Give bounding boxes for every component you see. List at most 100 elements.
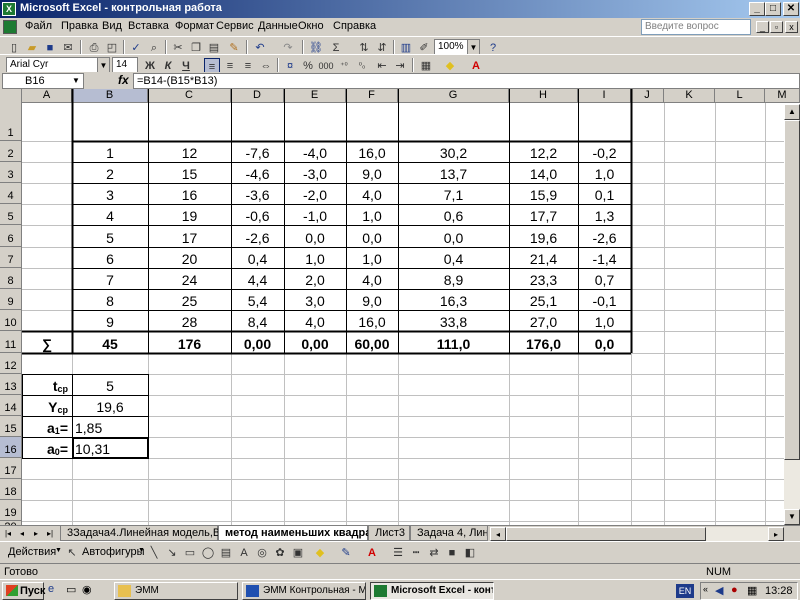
table-cell[interactable]: 17 xyxy=(148,225,231,247)
total-cell[interactable]: 176 xyxy=(148,331,231,353)
table-cell[interactable]: 9,0 xyxy=(346,289,398,310)
chevron-down-icon[interactable]: ▼ xyxy=(72,76,80,85)
arrow-style-icon[interactable]: ⇄ xyxy=(426,545,442,561)
sheet-tab-4[interactable]: Задача 4, Лин xyxy=(410,526,488,541)
table-cell[interactable]: 2,0 xyxy=(284,268,346,289)
value-a0[interactable]: 10,31 xyxy=(72,437,148,458)
first-sheet-icon[interactable]: |◂ xyxy=(2,527,14,540)
table-cell[interactable]: 0,6 xyxy=(398,204,509,225)
table-cell[interactable]: 27,0 xyxy=(509,310,578,331)
dash-style-icon[interactable]: ┅ xyxy=(408,545,424,561)
table-cell[interactable]: 4,0 xyxy=(346,183,398,204)
wordart-icon[interactable]: A xyxy=(236,545,252,561)
volume-icon[interactable]: ◀ xyxy=(715,584,723,597)
table-cell[interactable]: 2 xyxy=(72,162,148,183)
sheet-tab-active[interactable]: метод наименьших квадратов xyxy=(218,526,390,541)
table-cell[interactable]: 33,8 xyxy=(398,310,509,331)
table-cell[interactable]: -1,4 xyxy=(578,247,631,268)
table-cell[interactable]: -2,6 xyxy=(231,225,284,247)
table-cell[interactable]: 20 xyxy=(148,247,231,268)
table-cell[interactable]: 15 xyxy=(148,162,231,183)
value-y-avg[interactable]: 19,6 xyxy=(72,395,148,416)
table-cell[interactable]: 4 xyxy=(72,204,148,225)
prev-sheet-icon[interactable]: ◂ xyxy=(16,527,28,540)
total-cell[interactable]: 0,0 xyxy=(578,331,631,353)
font-color-icon[interactable]: A xyxy=(364,545,380,561)
last-sheet-icon[interactable]: ▸| xyxy=(44,527,56,540)
table-cell[interactable]: 9 xyxy=(72,310,148,331)
table-cell[interactable]: 16,3 xyxy=(398,289,509,310)
table-cell[interactable]: 15,9 xyxy=(509,183,578,204)
table-cell[interactable]: -0,6 xyxy=(231,204,284,225)
select-objects-icon[interactable]: ↖ xyxy=(64,545,80,561)
table-cell[interactable]: 25 xyxy=(148,289,231,310)
table-cell[interactable]: -0,1 xyxy=(578,289,631,310)
line-style-icon[interactable]: ☰ xyxy=(390,545,406,561)
sum-symbol-cell[interactable]: ∑ xyxy=(22,331,72,353)
menu-insert[interactable]: Вставка xyxy=(128,20,169,32)
label-a1[interactable]: a1 = xyxy=(22,416,72,437)
header-cross-product[interactable]: (Yt - Yср)·(t - tср) xyxy=(398,89,509,141)
table-cell[interactable]: 23,3 xyxy=(509,268,578,289)
table-cell[interactable]: 3,0 xyxy=(284,289,346,310)
media-icon[interactable]: ◉ xyxy=(82,583,92,596)
actions-menu[interactable]: Действия xyxy=(8,546,56,558)
label-t-avg[interactable]: t ср xyxy=(22,374,72,395)
table-cell[interactable]: 17,7 xyxy=(509,204,578,225)
antivirus-icon[interactable]: ● xyxy=(731,584,738,596)
diagram-icon[interactable]: ◎ xyxy=(254,545,270,561)
table-cell[interactable]: 1,0 xyxy=(578,310,631,331)
table-cell[interactable]: -3,6 xyxy=(231,183,284,204)
autoshapes-menu[interactable]: Автофигуры xyxy=(82,546,145,558)
menu-edit[interactable]: Правка xyxy=(61,20,98,32)
table-cell[interactable]: 8,4 xyxy=(231,310,284,331)
table-cell[interactable]: 1,0 xyxy=(346,204,398,225)
total-cell[interactable]: 45 xyxy=(72,331,148,353)
table-cell[interactable]: 4,0 xyxy=(284,310,346,331)
worksheet-grid[interactable]: ABCDEFGHIJKLM 1 2 3 4 5 6 7 8 9 10 11 12 13 14 15 16 17 1… xyxy=(0,89,800,525)
table-cell[interactable]: 0,4 xyxy=(398,247,509,268)
network-icon[interactable]: ▦ xyxy=(747,584,757,597)
scroll-up-icon[interactable]: ▲ xyxy=(784,104,800,120)
show-desktop-icon[interactable]: ▭ xyxy=(66,583,76,596)
start-button[interactable]: Пуск xyxy=(2,582,45,600)
table-cell[interactable]: 3 xyxy=(72,183,148,204)
line-icon[interactable]: ╲ xyxy=(146,545,162,561)
table-cell[interactable]: 0,4 xyxy=(231,247,284,268)
header-deviation-t-squared[interactable]: (t - tср)2 xyxy=(346,89,398,141)
close-button[interactable]: ✕ xyxy=(783,2,799,16)
doc-minimize-button[interactable]: _ xyxy=(756,21,769,33)
table-cell[interactable]: 0,0 xyxy=(284,225,346,247)
maximize-button[interactable]: □ xyxy=(765,2,781,16)
table-cell[interactable]: 12 xyxy=(148,141,231,162)
oval-icon[interactable]: ◯ xyxy=(200,545,216,561)
line-color-icon[interactable]: ✎ xyxy=(338,545,354,561)
total-cell[interactable]: 0,00 xyxy=(231,331,284,353)
header-residual[interactable]: Yt - Ŷt xyxy=(578,89,631,141)
table-cell[interactable]: 0,0 xyxy=(398,225,509,247)
header-week[interactable]: Неделя, t xyxy=(72,89,148,141)
menu-tools[interactable]: Сервис xyxy=(216,20,254,32)
fill-color-icon[interactable]: ◆ xyxy=(312,545,328,561)
table-cell[interactable]: 16 xyxy=(148,183,231,204)
menu-view[interactable]: Вид xyxy=(102,20,122,32)
3d-icon[interactable]: ◧ xyxy=(462,545,478,561)
table-cell[interactable]: 0,0 xyxy=(346,225,398,247)
table-cell[interactable]: 7 xyxy=(72,268,148,289)
next-sheet-icon[interactable]: ▸ xyxy=(30,527,42,540)
textbox-icon[interactable]: ▤ xyxy=(218,545,234,561)
doc-close-button[interactable]: x xyxy=(785,21,798,33)
table-cell[interactable]: 4,0 xyxy=(346,268,398,289)
table-cell[interactable]: -2,0 xyxy=(284,183,346,204)
table-cell[interactable]: 14,0 xyxy=(509,162,578,183)
header-forecast[interactable]: Ŷt xyxy=(509,89,578,141)
rectangle-icon[interactable]: ▭ xyxy=(182,545,198,561)
doc-restore-button[interactable]: ▫ xyxy=(770,21,783,33)
table-cell[interactable]: 8 xyxy=(72,289,148,310)
table-cell[interactable]: 7,1 xyxy=(398,183,509,204)
table-cell[interactable]: 4,4 xyxy=(231,268,284,289)
table-cell[interactable]: 9,0 xyxy=(346,162,398,183)
vertical-scrollbar[interactable]: ▲ ▼ xyxy=(784,104,800,525)
sheet-tab-3[interactable]: Лист3 xyxy=(368,526,410,541)
header-demand[interactable]: Спрос, Yt xyxy=(148,89,231,141)
